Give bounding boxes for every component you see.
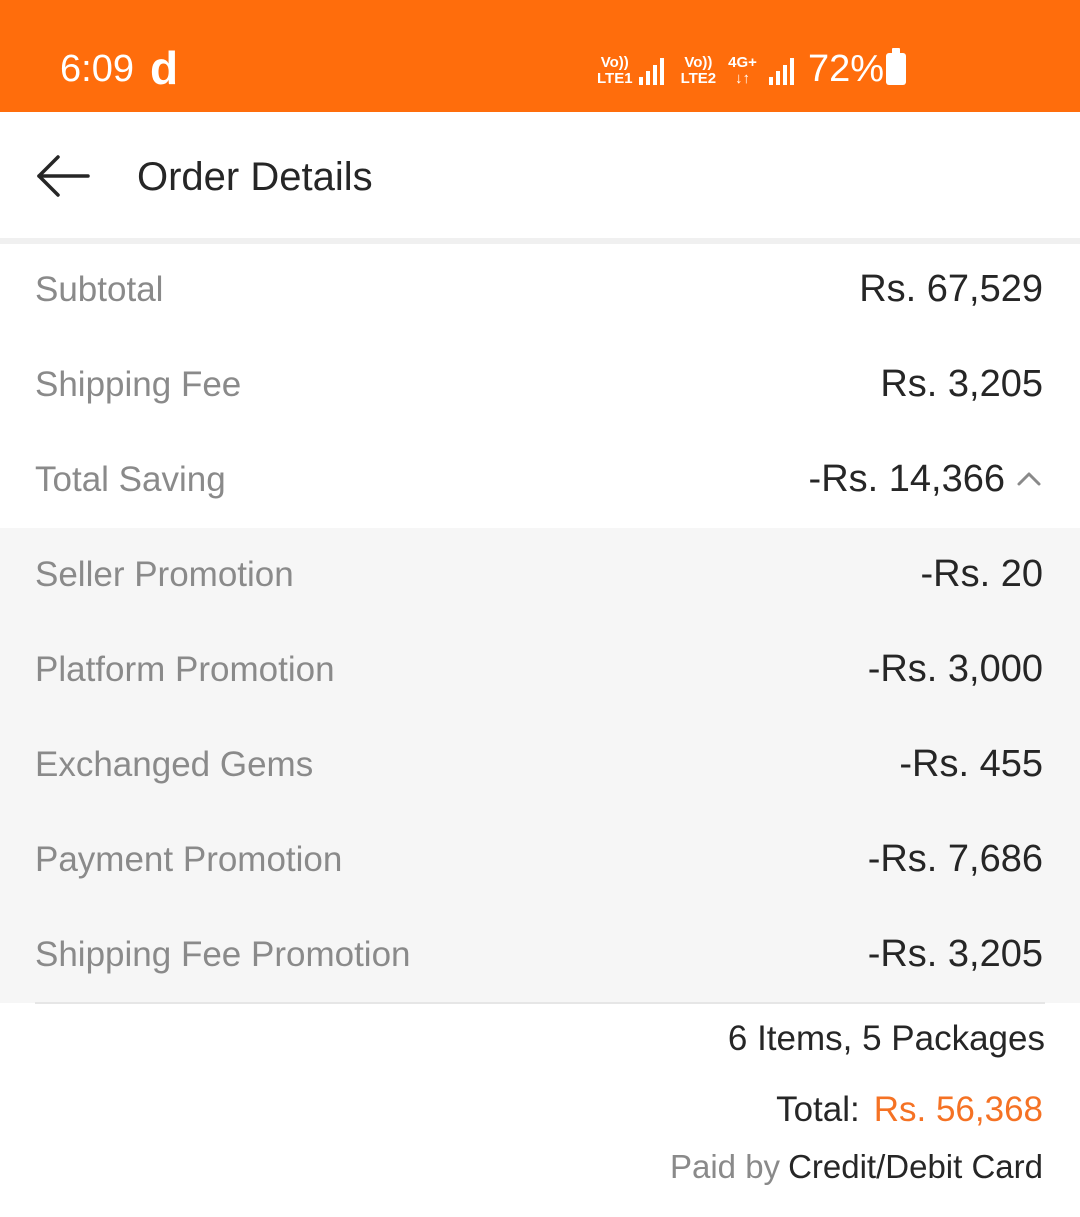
status-indicators: Vo)) LTE1 Vo)) LTE2 4G+ ↓↑ bbox=[597, 48, 811, 94]
app-header: Order Details bbox=[0, 112, 1080, 238]
status-time: 6:09 bbox=[60, 48, 134, 90]
sim2-lte-label: LTE2 bbox=[680, 70, 717, 87]
shipping-fee-value: Rs. 3,205 bbox=[880, 363, 1043, 405]
platform-promotion-value: -Rs. 3,000 bbox=[867, 648, 1043, 690]
items-packages-count: 6 Items, 5 Packages bbox=[727, 1019, 1045, 1058]
shipping-fee-label: Shipping Fee bbox=[35, 365, 242, 404]
seller-promotion-row: Seller Promotion -Rs. 20 bbox=[0, 528, 1080, 623]
data-arrows-icon: ↓↑ bbox=[735, 70, 751, 87]
exchanged-gems-value: -Rs. 455 bbox=[899, 743, 1043, 785]
paid-by-method: Credit/Debit Card bbox=[788, 1148, 1043, 1185]
subtotal-label: Subtotal bbox=[35, 270, 164, 309]
status-bar: 6:09 d Vo)) LTE1 Vo)) LTE2 4G+ ↓↑ 72% bbox=[0, 0, 1080, 112]
paid-by-label: Paid by bbox=[669, 1148, 781, 1185]
total-saving-row[interactable]: Total Saving -Rs. 14,366 bbox=[0, 433, 1080, 528]
shipping-fee-promotion-value: -Rs. 3,205 bbox=[867, 933, 1043, 975]
total-label: Total: bbox=[776, 1090, 860, 1129]
total-value: Rs. 56,368 bbox=[873, 1090, 1043, 1129]
sim1-vo-label: Vo)) bbox=[600, 54, 629, 71]
subtotal-row: Subtotal Rs. 67,529 bbox=[0, 243, 1080, 338]
battery-percentage: 72% bbox=[808, 48, 885, 90]
page-title: Order Details bbox=[137, 155, 373, 199]
total-saving-label: Total Saving bbox=[35, 460, 226, 499]
back-button[interactable] bbox=[30, 148, 94, 204]
payment-promotion-label: Payment Promotion bbox=[35, 840, 343, 879]
payment-method: Paid by Credit/Debit Card bbox=[670, 1144, 1043, 1190]
shipping-fee-promotion-row: Shipping Fee Promotion -Rs. 3,205 bbox=[0, 908, 1080, 1003]
payment-promotion-value: -Rs. 7,686 bbox=[867, 838, 1043, 880]
network-type-label: 4G+ bbox=[728, 54, 757, 71]
exchanged-gems-row: Exchanged Gems -Rs. 455 bbox=[0, 718, 1080, 813]
order-total: Total: Rs. 56,368 bbox=[776, 1086, 1043, 1134]
arrow-left-icon bbox=[37, 155, 90, 197]
total-saving-value: -Rs. 14,366 bbox=[808, 458, 1005, 500]
subtotal-value: Rs. 67,529 bbox=[859, 268, 1043, 310]
sim1-lte-label: LTE1 bbox=[597, 70, 633, 87]
platform-promotion-label: Platform Promotion bbox=[35, 650, 335, 689]
sim2-vo-label: Vo)) bbox=[684, 54, 713, 71]
sim2-volte-indicator: Vo)) LTE2 bbox=[681, 55, 717, 87]
shipping-fee-row: Shipping Fee Rs. 3,205 bbox=[0, 338, 1080, 433]
app-notification-icon: d bbox=[150, 42, 179, 94]
battery-icon bbox=[886, 48, 906, 85]
shipping-fee-promotion-label: Shipping Fee Promotion bbox=[35, 935, 411, 974]
chevron-up-icon[interactable] bbox=[1016, 466, 1042, 492]
exchanged-gems-label: Exchanged Gems bbox=[35, 745, 314, 784]
seller-promotion-value: -Rs. 20 bbox=[920, 553, 1043, 595]
summary-divider bbox=[35, 1002, 1045, 1004]
signal-strength-icon bbox=[638, 57, 667, 85]
network-type-indicator: 4G+ ↓↑ bbox=[728, 55, 757, 87]
platform-promotion-row: Platform Promotion -Rs. 3,000 bbox=[0, 623, 1080, 718]
sim1-volte-indicator: Vo)) LTE1 bbox=[597, 55, 633, 87]
signal-strength-icon bbox=[768, 57, 797, 85]
seller-promotion-label: Seller Promotion bbox=[35, 555, 294, 594]
payment-promotion-row: Payment Promotion -Rs. 7,686 bbox=[0, 813, 1080, 908]
